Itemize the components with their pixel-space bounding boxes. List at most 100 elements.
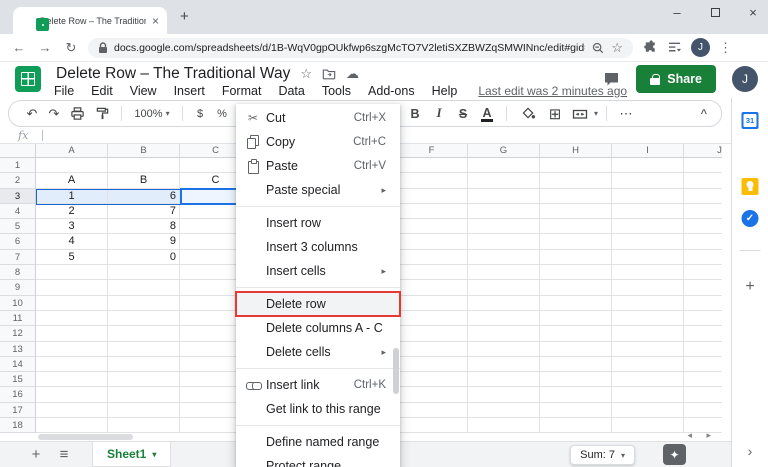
menu-item-paste-special[interactable]: Paste special▸ [236, 178, 400, 202]
cell-J16[interactable] [684, 387, 722, 402]
explore-button[interactable]: ✦ [663, 444, 686, 465]
cell-G18[interactable] [468, 418, 540, 433]
menubar-item-file[interactable]: File [54, 84, 74, 98]
cell-I17[interactable] [612, 403, 684, 418]
cell-A10[interactable] [36, 296, 108, 311]
bookmark-star-icon[interactable]: ☆ [611, 40, 623, 56]
more-toolbar-icon[interactable]: ⋯ [615, 106, 637, 122]
cell-F2[interactable] [396, 173, 468, 188]
show-side-panel-icon[interactable]: › [748, 443, 753, 459]
cell-I12[interactable] [612, 326, 684, 341]
row-header-16[interactable]: 16 [0, 387, 36, 402]
cell-F12[interactable] [396, 326, 468, 341]
cell-I7[interactable] [612, 250, 684, 265]
cell-H8[interactable] [540, 265, 612, 280]
row-header-8[interactable]: 8 [0, 265, 36, 280]
cell-H9[interactable] [540, 280, 612, 295]
forward-icon[interactable]: → [32, 40, 58, 55]
row-header-15[interactable]: 15 [0, 372, 36, 387]
window-close-button[interactable]: × [746, 5, 760, 20]
comment-icon[interactable] [603, 71, 620, 87]
cell-A3[interactable]: 1 [36, 189, 108, 204]
browser-menu-icon[interactable]: ⋮ [719, 40, 732, 56]
menu-item-copy[interactable]: CopyCtrl+C [236, 130, 400, 154]
cell-I9[interactable] [612, 280, 684, 295]
menu-item-get-link-to-this-range[interactable]: Get link to this range [236, 397, 400, 421]
cell-F1[interactable] [396, 158, 468, 173]
row-header-14[interactable]: 14 [0, 357, 36, 372]
menubar-item-add-ons[interactable]: Add-ons [368, 84, 415, 98]
cell-F11[interactable] [396, 311, 468, 326]
move-to-folder-icon[interactable] [322, 68, 336, 80]
strikethrough-button[interactable]: S [452, 107, 474, 121]
cell-F17[interactable] [396, 403, 468, 418]
borders-icon[interactable]: ⊞ [544, 105, 566, 123]
cell-F7[interactable] [396, 250, 468, 265]
cell-A4[interactable]: 2 [36, 204, 108, 219]
italic-button[interactable]: I [428, 106, 450, 121]
cell-H17[interactable] [540, 403, 612, 418]
cell-J4[interactable] [684, 204, 722, 219]
cell-F6[interactable] [396, 234, 468, 249]
cell-H3[interactable] [540, 189, 612, 204]
zoom-select[interactable]: 100%▾ [128, 108, 176, 120]
row-header-6[interactable]: 6 [0, 234, 36, 249]
cell-B8[interactable] [108, 265, 180, 280]
cell-G1[interactable] [468, 158, 540, 173]
tasks-icon[interactable]: ✓ [742, 210, 759, 227]
new-tab-button[interactable]: + [180, 8, 189, 25]
cell-B9[interactable] [108, 280, 180, 295]
menu-item-cut[interactable]: CutCtrl+X [236, 106, 400, 130]
cell-G4[interactable] [468, 204, 540, 219]
cell-F15[interactable] [396, 372, 468, 387]
cell-B5[interactable]: 8 [108, 219, 180, 234]
fill-color-icon[interactable] [521, 106, 536, 121]
cell-H13[interactable] [540, 342, 612, 357]
row-header-18[interactable]: 18 [0, 418, 36, 433]
row-header-11[interactable]: 11 [0, 311, 36, 326]
cell-I14[interactable] [612, 357, 684, 372]
cell-F18[interactable] [396, 418, 468, 433]
row-header-4[interactable]: 4 [0, 204, 36, 219]
cell-A5[interactable]: 3 [36, 219, 108, 234]
cell-A14[interactable] [36, 357, 108, 372]
cell-G13[interactable] [468, 342, 540, 357]
document-title[interactable]: Delete Row – The Traditional Way [56, 65, 290, 83]
menu-item-protect-range[interactable]: Protect range [236, 454, 400, 467]
cell-A15[interactable] [36, 372, 108, 387]
menu-item-delete-row[interactable]: Delete row [236, 292, 400, 316]
print-icon[interactable] [70, 106, 85, 121]
cell-A11[interactable] [36, 311, 108, 326]
reload-icon[interactable]: ↻ [58, 40, 84, 56]
cell-F10[interactable] [396, 296, 468, 311]
cell-H4[interactable] [540, 204, 612, 219]
cell-F4[interactable] [396, 204, 468, 219]
cell-B12[interactable] [108, 326, 180, 341]
cell-B3[interactable]: 6 [108, 189, 180, 204]
scroll-arrows-icon[interactable]: ◂ ▸ [687, 430, 717, 441]
cell-J11[interactable] [684, 311, 722, 326]
cell-F16[interactable] [396, 387, 468, 402]
zoom-level-icon[interactable] [591, 41, 605, 55]
cell-J2[interactable] [684, 173, 722, 188]
horizontal-scrollbar-thumb[interactable] [38, 434, 133, 440]
row-header-12[interactable]: 12 [0, 326, 36, 341]
column-header-f[interactable]: F [396, 144, 468, 158]
cell-I13[interactable] [612, 342, 684, 357]
cell-J8[interactable] [684, 265, 722, 280]
cell-B7[interactable]: 0 [108, 250, 180, 265]
cell-A1[interactable] [36, 158, 108, 173]
menubar-item-insert[interactable]: Insert [174, 84, 205, 98]
cell-A6[interactable]: 4 [36, 234, 108, 249]
cell-G6[interactable] [468, 234, 540, 249]
cell-I1[interactable] [612, 158, 684, 173]
cell-F14[interactable] [396, 357, 468, 372]
row-header-3[interactable]: 3 [0, 189, 36, 204]
column-header-j[interactable]: J [684, 144, 722, 158]
undo-icon[interactable]: ↶ [21, 106, 43, 122]
row-header-5[interactable]: 5 [0, 219, 36, 234]
sheets-logo[interactable] [15, 66, 41, 92]
star-document-icon[interactable]: ☆ [300, 66, 312, 82]
cell-J17[interactable] [684, 403, 722, 418]
cell-A9[interactable] [36, 280, 108, 295]
